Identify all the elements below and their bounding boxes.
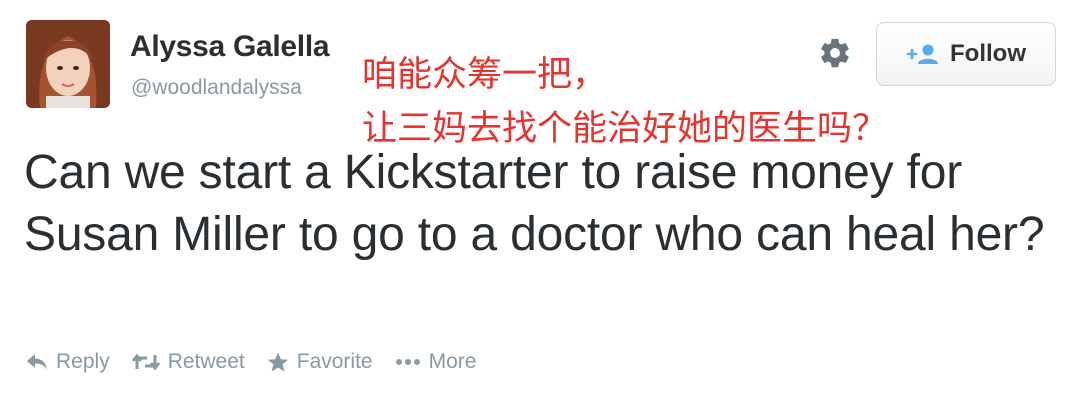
reply-label: Reply bbox=[56, 350, 110, 373]
favorite-button[interactable]: Favorite bbox=[267, 350, 373, 374]
more-button[interactable]: More bbox=[395, 350, 477, 374]
add-user-icon bbox=[906, 44, 938, 64]
star-icon bbox=[267, 352, 288, 372]
tweet-actions: Reply Retweet Favorite More bbox=[26, 350, 498, 374]
user-handle[interactable]: @woodlandalyssa bbox=[131, 76, 302, 100]
gear-icon[interactable] bbox=[818, 36, 852, 70]
display-name[interactable]: Alyssa Galella bbox=[130, 30, 330, 64]
more-label: More bbox=[428, 350, 477, 373]
retweet-icon bbox=[131, 353, 160, 371]
follow-label: Follow bbox=[950, 40, 1026, 67]
avatar[interactable] bbox=[26, 20, 110, 108]
tweet-text: Can we start a Kickstarter to raise mone… bbox=[24, 146, 1045, 261]
follow-button[interactable]: Follow bbox=[876, 22, 1056, 86]
caption-overlay-line1: 咱能众筹一把， bbox=[362, 55, 608, 95]
reply-button[interactable]: Reply bbox=[26, 350, 110, 374]
favorite-label: Favorite bbox=[296, 350, 373, 373]
retweet-button[interactable]: Retweet bbox=[131, 350, 245, 374]
more-dots-icon bbox=[395, 359, 420, 365]
retweet-label: Retweet bbox=[167, 350, 245, 373]
reply-icon bbox=[27, 354, 47, 370]
